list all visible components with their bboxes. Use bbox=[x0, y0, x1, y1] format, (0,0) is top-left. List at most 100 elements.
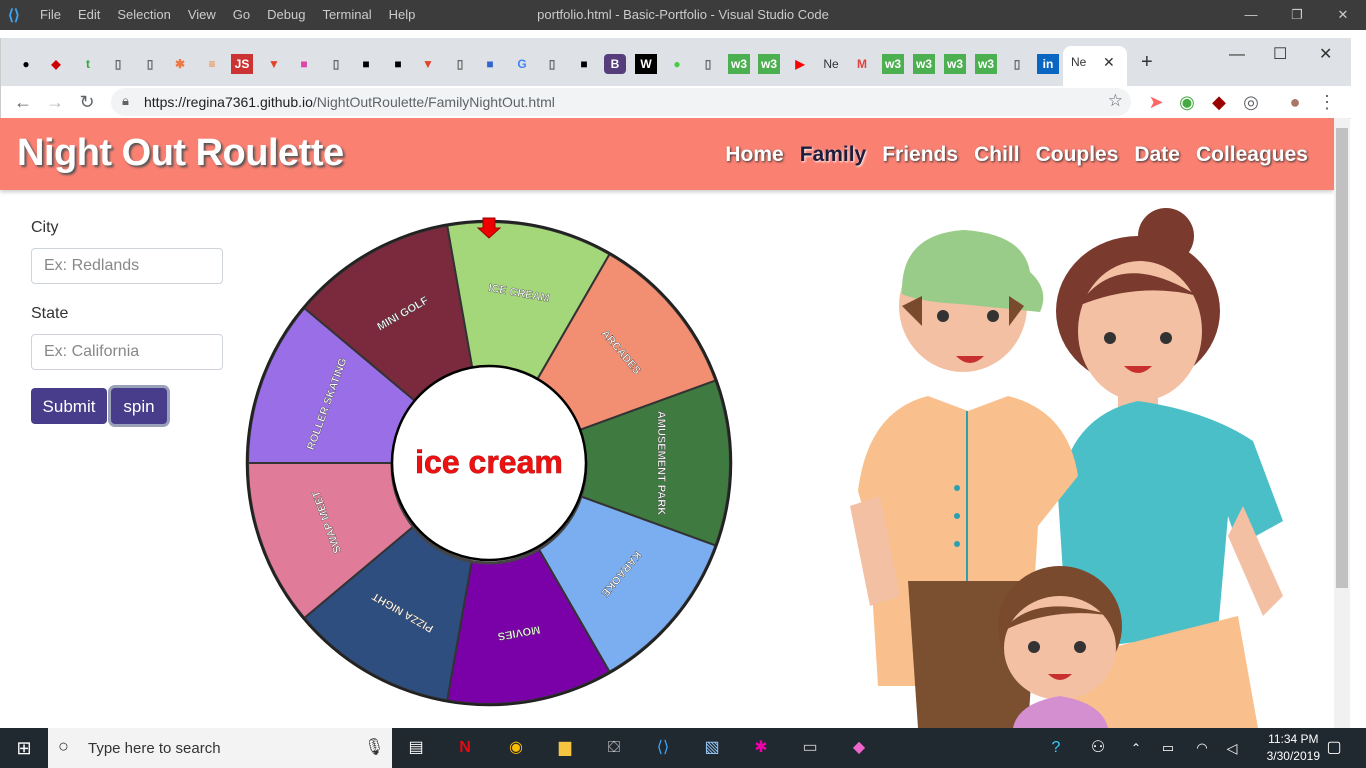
menu-file[interactable]: File bbox=[40, 7, 61, 22]
vscode-taskbar-icon[interactable]: ⟨⟩ bbox=[651, 736, 675, 760]
app-icon[interactable]: ◆ bbox=[847, 736, 871, 760]
chrome-close-icon[interactable]: ✕ bbox=[1319, 44, 1332, 64]
taskbar-clock[interactable]: 11:34 PM 3/30/2019 bbox=[1267, 731, 1320, 765]
slack-taskbar-icon[interactable]: ✱ bbox=[749, 736, 773, 760]
page-icon[interactable]: ▯ bbox=[107, 54, 129, 74]
nav-colleagues[interactable]: Colleagues bbox=[1196, 143, 1308, 167]
nav-home[interactable]: Home bbox=[725, 143, 783, 167]
tab-favicon-red[interactable]: ◆ bbox=[45, 54, 67, 74]
spin-button[interactable]: spin bbox=[111, 388, 167, 424]
tab-js[interactable]: JS bbox=[231, 54, 253, 74]
w3schools-icon[interactable]: w3 bbox=[913, 54, 935, 74]
store-icon[interactable]: ⛋ bbox=[602, 736, 626, 760]
page-icon[interactable]: ▯ bbox=[541, 54, 563, 74]
stackoverflow-icon[interactable]: ≡ bbox=[201, 54, 223, 74]
windows-start-icon[interactable]: ⊞ bbox=[12, 736, 36, 760]
tab-close-icon[interactable]: ✕ bbox=[1103, 54, 1115, 71]
microphone-icon[interactable]: 🎙︎ bbox=[364, 737, 384, 757]
w3schools-icon[interactable]: w3 bbox=[882, 54, 904, 74]
nav-friends[interactable]: Friends bbox=[882, 143, 958, 167]
leaf-icon[interactable]: ● bbox=[666, 54, 688, 74]
gmail-icon[interactable]: M bbox=[851, 54, 873, 74]
menu-view[interactable]: View bbox=[188, 7, 216, 22]
bookmark-star-icon[interactable]: ☆ bbox=[1108, 91, 1123, 111]
slack-icon[interactable]: ✱ bbox=[169, 54, 191, 74]
chrome-minimize-icon[interactable]: — bbox=[1229, 46, 1245, 64]
w3schools-icon[interactable]: w3 bbox=[758, 54, 780, 74]
tab-b[interactable]: B bbox=[604, 54, 626, 74]
url-text[interactable]: https://regina7361.github.io/NightOutRou… bbox=[144, 94, 555, 110]
scrollbar-thumb[interactable] bbox=[1336, 128, 1348, 588]
page-icon[interactable]: ▯ bbox=[1006, 54, 1028, 74]
site-brand[interactable]: Night Out Roulette bbox=[17, 132, 344, 175]
forward-icon[interactable]: → bbox=[43, 90, 67, 114]
gitlab-icon[interactable]: ▼ bbox=[417, 54, 439, 74]
omnibox[interactable]: 🔒︎ https://regina7361.github.io/NightOut… bbox=[111, 88, 1131, 116]
profile-avatar[interactable]: ● bbox=[1283, 90, 1307, 114]
menu-edit[interactable]: Edit bbox=[78, 7, 100, 22]
github-icon[interactable]: ● bbox=[15, 54, 37, 74]
notifications-icon[interactable]: ▢ bbox=[1322, 736, 1346, 760]
tab-favicon-black[interactable]: ■ bbox=[387, 54, 409, 74]
nav-couples[interactable]: Couples bbox=[1036, 143, 1119, 167]
chrome-menu-icon[interactable]: ⋮ bbox=[1315, 90, 1339, 114]
wifi-icon[interactable]: ◠ bbox=[1190, 736, 1214, 760]
active-tab[interactable]: Ne ✕ bbox=[1063, 46, 1127, 86]
menu-selection[interactable]: Selection bbox=[117, 7, 170, 22]
gitlab-icon[interactable]: ▼ bbox=[263, 54, 285, 74]
page-icon[interactable]: ▯ bbox=[697, 54, 719, 74]
extension-icon[interactable]: ◉ bbox=[1175, 90, 1199, 114]
terminal-icon[interactable]: ▭ bbox=[798, 736, 822, 760]
tab-favicon-blue[interactable]: ■ bbox=[479, 54, 501, 74]
nav-chill[interactable]: Chill bbox=[974, 143, 1020, 167]
chrome-maximize-icon[interactable]: ☐ bbox=[1273, 44, 1287, 64]
paint-icon[interactable]: ▧ bbox=[700, 736, 724, 760]
youtube-icon[interactable]: ▶ bbox=[789, 54, 811, 74]
tab-w[interactable]: W bbox=[635, 54, 657, 74]
state-input[interactable] bbox=[31, 334, 223, 370]
linkedin-icon[interactable]: in bbox=[1037, 54, 1059, 74]
w3schools-icon[interactable]: w3 bbox=[975, 54, 997, 74]
restore-icon[interactable]: ❐ bbox=[1274, 0, 1320, 30]
roulette-wheel[interactable]: ICE CREAMARCADESAMUSEMENT PARKKARAOKEMOV… bbox=[244, 216, 736, 710]
tab-ne[interactable]: Ne bbox=[820, 54, 842, 74]
minimize-icon[interactable]: — bbox=[1228, 0, 1274, 30]
file-explorer-icon[interactable]: ▆ bbox=[553, 736, 577, 760]
city-input[interactable] bbox=[31, 248, 223, 284]
lock-icon[interactable]: 🔒︎ bbox=[122, 93, 129, 109]
close-icon[interactable]: ✕ bbox=[1320, 0, 1366, 30]
w3schools-icon[interactable]: w3 bbox=[944, 54, 966, 74]
chevron-up-icon[interactable]: ⌃ bbox=[1124, 736, 1148, 760]
nav-date[interactable]: Date bbox=[1134, 143, 1180, 167]
help-icon[interactable]: ? bbox=[1044, 736, 1068, 760]
page-icon[interactable]: ▯ bbox=[325, 54, 347, 74]
battery-icon[interactable]: ▭ bbox=[1156, 736, 1180, 760]
menu-help[interactable]: Help bbox=[389, 7, 416, 22]
extension-icon[interactable]: ➤ bbox=[1144, 90, 1168, 114]
netflix-icon[interactable]: N bbox=[453, 736, 477, 760]
submit-button[interactable]: Submit bbox=[31, 388, 107, 424]
devto-icon[interactable]: ■ bbox=[573, 54, 595, 74]
google-icon[interactable]: G bbox=[511, 54, 533, 74]
page-icon[interactable]: ▯ bbox=[139, 54, 161, 74]
reload-icon[interactable]: ↻ bbox=[75, 90, 99, 114]
page-scrollbar[interactable] bbox=[1334, 118, 1350, 728]
menu-go[interactable]: Go bbox=[233, 7, 250, 22]
tab-favicon-black[interactable]: ■ bbox=[355, 54, 377, 74]
menu-debug[interactable]: Debug bbox=[267, 7, 305, 22]
back-icon[interactable]: ← bbox=[11, 90, 35, 114]
extension-icon[interactable]: ◎ bbox=[1239, 90, 1263, 114]
page-icon[interactable]: ▯ bbox=[449, 54, 471, 74]
volume-icon[interactable]: ◁ bbox=[1220, 736, 1244, 760]
tab-t[interactable]: t bbox=[77, 54, 99, 74]
people-icon[interactable]: ⚇ bbox=[1086, 736, 1110, 760]
w3schools-icon[interactable]: w3 bbox=[728, 54, 750, 74]
tab-favicon-dark[interactable]: ■ bbox=[293, 54, 315, 74]
taskbar-search[interactable]: ○ Type here to search 🎙︎ bbox=[48, 728, 392, 768]
chrome-icon[interactable]: ◉ bbox=[504, 736, 528, 760]
menu-terminal[interactable]: Terminal bbox=[322, 7, 371, 22]
ublock-icon[interactable]: ◆ bbox=[1207, 90, 1231, 114]
nav-family[interactable]: Family bbox=[800, 143, 867, 167]
task-view-icon[interactable]: ▤ bbox=[404, 736, 428, 760]
new-tab-icon[interactable]: + bbox=[1141, 51, 1153, 74]
